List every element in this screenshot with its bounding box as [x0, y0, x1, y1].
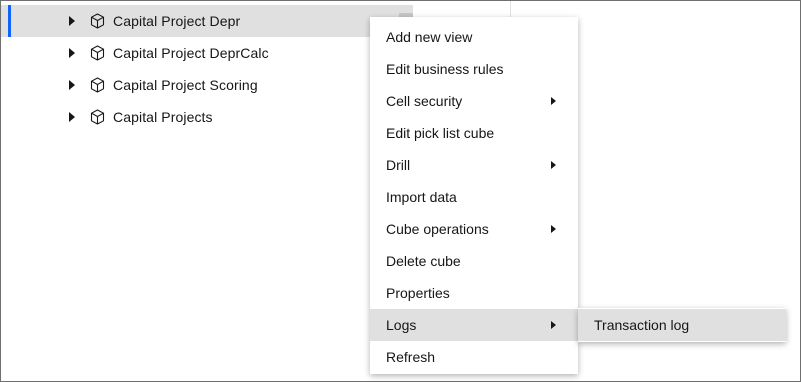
- expand-caret-icon[interactable]: [69, 16, 75, 26]
- cube-icon: [90, 13, 105, 29]
- cube-icon: [90, 109, 105, 125]
- menu-item-delete-cube[interactable]: Delete cube: [370, 245, 578, 277]
- tree-item-capital-project-scoring[interactable]: Capital Project Scoring: [1, 69, 413, 101]
- tree-item-label: Capital Project DeprCalc: [113, 45, 269, 61]
- chevron-right-icon: [551, 161, 556, 169]
- menu-item-label: Edit pick list cube: [386, 125, 495, 141]
- chevron-right-icon: [551, 321, 556, 329]
- chevron-right-icon: [551, 225, 556, 233]
- menu-item-label: Edit business rules: [386, 61, 504, 77]
- chevron-right-icon: [551, 97, 556, 105]
- menu-item-cube-operations[interactable]: Cube operations: [370, 213, 578, 245]
- menu-item-label: Drill: [386, 157, 411, 173]
- logs-submenu: Transaction log: [578, 308, 786, 342]
- submenu-item-label: Transaction log: [594, 317, 690, 333]
- selection-indicator: [8, 5, 11, 37]
- menu-item-label: Logs: [386, 317, 417, 333]
- menu-item-edit-pick-list-cube[interactable]: Edit pick list cube: [370, 117, 578, 149]
- menu-item-label: Properties: [386, 285, 450, 301]
- menu-item-properties[interactable]: Properties: [370, 277, 578, 309]
- menu-item-add-new-view[interactable]: Add new view: [370, 21, 578, 53]
- menu-item-label: Add new view: [386, 29, 473, 45]
- menu-item-logs[interactable]: Logs: [370, 309, 578, 341]
- menu-item-import-data[interactable]: Import data: [370, 181, 578, 213]
- menu-item-cell-security[interactable]: Cell security: [370, 85, 578, 117]
- menu-item-edit-business-rules[interactable]: Edit business rules: [370, 53, 578, 85]
- menu-item-drill[interactable]: Drill: [370, 149, 578, 181]
- cube-icon: [90, 45, 105, 61]
- menu-item-label: Cube operations: [386, 221, 489, 237]
- menu-item-label: Delete cube: [386, 253, 461, 269]
- menu-item-label: Refresh: [386, 349, 436, 365]
- menu-item-label: Import data: [386, 189, 457, 205]
- submenu-item-transaction-log[interactable]: Transaction log: [578, 309, 786, 341]
- tree-item-capital-project-deprcalc[interactable]: Capital Project DeprCalc: [1, 37, 413, 69]
- context-menu: Add new view Edit business rules Cell se…: [370, 17, 578, 374]
- tree-item-label: Capital Projects: [113, 109, 213, 125]
- tree-item-label: Capital Project Scoring: [113, 77, 258, 93]
- divider: [510, 1, 511, 17]
- tree-item-label: Capital Project Depr: [113, 13, 241, 29]
- tree-item-capital-project-depr[interactable]: Capital Project Depr: [1, 5, 413, 37]
- cube-icon: [90, 77, 105, 93]
- menu-item-refresh[interactable]: Refresh: [370, 341, 578, 373]
- expand-caret-icon[interactable]: [69, 80, 75, 90]
- menu-item-label: Cell security: [386, 93, 463, 109]
- expand-caret-icon[interactable]: [69, 112, 75, 122]
- expand-caret-icon[interactable]: [69, 48, 75, 58]
- tree-item-capital-projects[interactable]: Capital Projects: [1, 101, 413, 133]
